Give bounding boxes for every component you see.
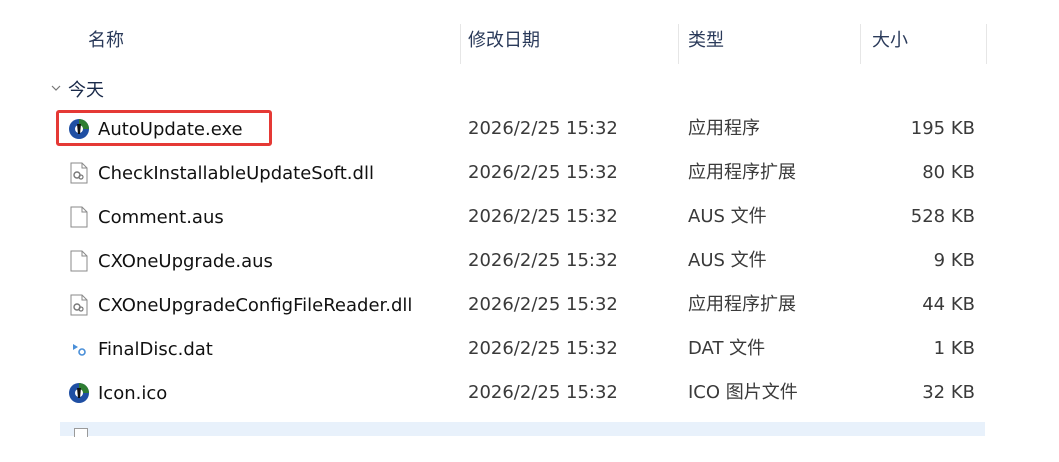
file-date: 2026/2/25 15:32	[468, 206, 618, 227]
file-row[interactable]: Comment.aus 2026/2/25 15:32 AUS 文件 528 K…	[60, 198, 985, 236]
file-row[interactable]: CheckInstallableUpdateSoft.dll 2026/2/25…	[60, 154, 985, 192]
file-name-cell: AutoUpdate.exe	[68, 110, 243, 148]
file-name-cell: CXOneUpgradeConfigFileReader.dll	[68, 286, 412, 324]
file-date: 2026/2/25 15:32	[468, 118, 618, 139]
file-size: 32 KB	[922, 382, 975, 403]
file-name: Icon.ico	[98, 382, 168, 404]
file-type: AUS 文件	[688, 206, 767, 227]
app-exe-icon	[68, 118, 90, 140]
file-size: 195 KB	[910, 118, 975, 139]
file-date: 2026/2/25 15:32	[468, 382, 618, 403]
file-name-cell: CheckInstallableUpdateSoft.dll	[68, 154, 374, 192]
file-name-cell: Comment.aus	[68, 198, 224, 236]
chevron-down-icon	[51, 85, 61, 91]
column-separator[interactable]	[986, 24, 987, 64]
dll-file-icon	[68, 162, 90, 184]
file-name: AutoUpdate.exe	[98, 118, 243, 140]
file-size: 44 KB	[922, 294, 975, 315]
file-type: 应用程序扩展	[688, 294, 796, 315]
dll-file-icon	[68, 294, 90, 316]
column-separator[interactable]	[860, 24, 861, 64]
file-type: 应用程序	[688, 118, 760, 139]
file-name-cell: FinalDisc.dat	[68, 330, 213, 368]
file-date: 2026/2/25 15:32	[468, 162, 618, 183]
column-header-bar: 名称 修改日期 类型 大小	[60, 22, 990, 66]
blank-file-icon	[68, 206, 90, 228]
file-name-cell: CXOneUpgrade.aus	[68, 242, 273, 280]
file-date: 2026/2/25 15:32	[468, 338, 618, 359]
file-name: CXOneUpgrade.aus	[98, 250, 273, 272]
file-name: Comment.aus	[98, 206, 224, 228]
app-exe-icon	[68, 382, 90, 404]
file-size: 9 KB	[933, 250, 975, 271]
file-name-cell: Icon.ico	[68, 374, 167, 412]
file-row[interactable]: FinalDisc.dat 2026/2/25 15:32 DAT 文件 1 K…	[60, 330, 985, 368]
column-header-type[interactable]: 类型	[688, 22, 848, 66]
file-name: CheckInstallableUpdateSoft.dll	[98, 162, 374, 184]
column-header-size[interactable]: 大小	[872, 22, 982, 66]
file-date: 2026/2/25 15:32	[468, 250, 618, 271]
blank-file-icon	[68, 250, 90, 272]
file-type: AUS 文件	[688, 250, 767, 271]
file-row[interactable]: CXOneUpgrade.aus 2026/2/25 15:32 AUS 文件 …	[60, 242, 985, 280]
column-separator[interactable]	[460, 24, 461, 64]
file-size: 80 KB	[922, 162, 975, 183]
file-row[interactable]: CXOneUpgradeConfigFileReader.dll 2026/2/…	[60, 286, 985, 324]
group-header-today[interactable]: 今天	[50, 76, 104, 102]
file-date: 2026/2/25 15:32	[468, 294, 618, 315]
file-explorer-view: 名称 修改日期 类型 大小 今天 AutoUpdate.exe 2026/2/2…	[0, 0, 1059, 462]
file-name: FinalDisc.dat	[98, 338, 213, 360]
file-row[interactable]: AutoUpdate.exe 2026/2/25 15:32 应用程序 195 …	[60, 110, 985, 148]
column-header-date[interactable]: 修改日期	[468, 22, 668, 66]
file-size: 528 KB	[910, 206, 975, 227]
blank-file-icon	[74, 428, 88, 437]
file-row-partial[interactable]	[60, 422, 985, 437]
dat-file-icon	[68, 338, 90, 360]
group-label: 今天	[68, 80, 104, 101]
column-header-name[interactable]: 名称	[88, 22, 428, 66]
file-type: DAT 文件	[688, 338, 766, 359]
file-type: 应用程序扩展	[688, 162, 796, 183]
file-type: ICO 图片文件	[688, 382, 798, 403]
column-separator[interactable]	[678, 24, 679, 64]
file-name: CXOneUpgradeConfigFileReader.dll	[98, 294, 413, 316]
file-size: 1 KB	[933, 338, 975, 359]
file-row[interactable]: Icon.ico 2026/2/25 15:32 ICO 图片文件 32 KB	[60, 374, 985, 412]
